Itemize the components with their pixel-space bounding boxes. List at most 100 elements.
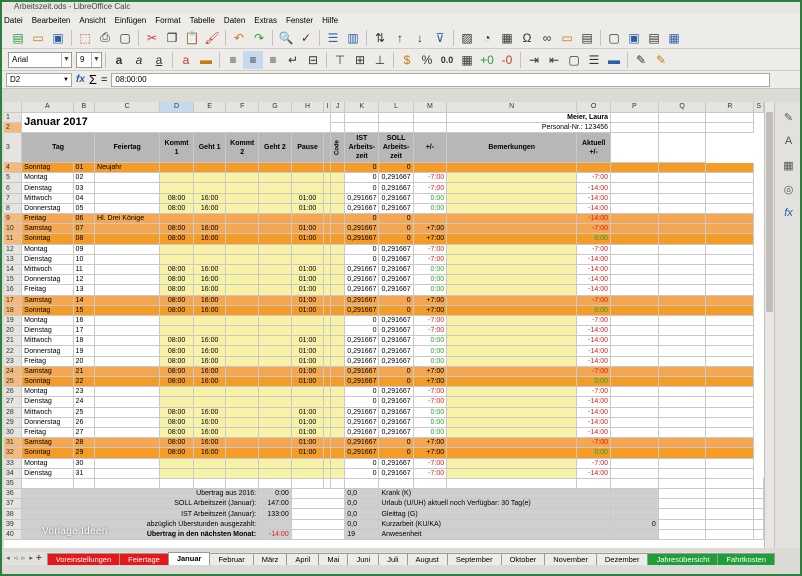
ist-cell[interactable]: 0 <box>344 172 380 184</box>
aktuell-cell[interactable]: -14:00 <box>576 468 612 479</box>
code-cell[interactable] <box>330 417 346 428</box>
time-cell-k1[interactable] <box>159 458 194 469</box>
spelling-icon[interactable]: ✓ <box>296 29 316 47</box>
cell[interactable] <box>705 407 755 418</box>
ist-cell[interactable]: 0 <box>344 315 380 327</box>
remarks-cell[interactable] <box>446 468 578 479</box>
cell[interactable] <box>344 122 380 134</box>
time-cell-k1[interactable]: 08:00 <box>159 335 194 347</box>
split-window-icon[interactable]: ▤ <box>644 29 664 47</box>
time-cell-k1[interactable] <box>159 386 194 398</box>
cell[interactable] <box>705 529 755 541</box>
sheet-tab-0[interactable]: Voreinstellungen <box>46 553 121 565</box>
cell[interactable] <box>610 213 659 225</box>
cell[interactable] <box>323 233 332 245</box>
time-cell-g2[interactable] <box>258 386 292 398</box>
cell[interactable] <box>658 498 707 510</box>
time-cell-g1[interactable] <box>193 254 227 265</box>
row-header[interactable]: 32 <box>4 447 23 459</box>
align-right-icon[interactable]: ≡ <box>263 51 283 69</box>
holiday-cell[interactable] <box>94 376 161 388</box>
day-number-cell[interactable]: 15 <box>73 305 96 316</box>
code-cell[interactable] <box>330 172 346 184</box>
column-icon[interactable]: ▥ <box>343 29 363 47</box>
summary-value[interactable]: 133:00 <box>258 508 292 520</box>
column-header-G[interactable]: G <box>258 102 292 113</box>
day-number-cell[interactable]: 10 <box>73 254 96 265</box>
menu-item-7[interactable]: Extras <box>254 16 277 25</box>
cell[interactable] <box>323 407 332 418</box>
ist-cell[interactable]: 0,291667 <box>344 193 380 204</box>
time-cell-g2[interactable] <box>258 223 292 235</box>
cell[interactable] <box>610 366 659 378</box>
day-number-cell[interactable]: 06 <box>73 213 96 225</box>
day-name-cell[interactable]: Dienstag <box>21 182 74 194</box>
row-header[interactable]: 10 <box>4 223 23 235</box>
cell[interactable] <box>658 182 707 194</box>
day-name-cell[interactable]: Montag <box>21 244 74 255</box>
cell[interactable] <box>323 356 332 367</box>
cell[interactable] <box>658 132 707 164</box>
code-cell[interactable] <box>330 315 346 327</box>
time-cell-p[interactable]: 01:00 <box>291 376 325 388</box>
soll-cell[interactable]: 0,291667 <box>378 254 414 265</box>
cell[interactable] <box>658 427 707 439</box>
summary-end[interactable] <box>610 498 659 510</box>
time-cell-k2[interactable] <box>225 396 260 408</box>
time-cell-g1[interactable]: 16:00 <box>193 193 227 204</box>
remarks-cell[interactable] <box>446 386 578 398</box>
time-cell-g2[interactable] <box>258 193 292 204</box>
day-number-cell[interactable]: 21 <box>73 366 96 378</box>
aktuell-cell[interactable]: -7:00 <box>576 244 612 255</box>
time-cell-k1[interactable] <box>159 172 194 184</box>
time-cell-g2[interactable] <box>258 162 292 174</box>
cell[interactable] <box>330 478 346 490</box>
cell[interactable] <box>291 529 346 541</box>
cell[interactable] <box>291 488 346 500</box>
code-cell[interactable] <box>330 284 346 296</box>
time-cell-g1[interactable]: 16:00 <box>193 345 227 357</box>
sheet-tab-6[interactable]: Mai <box>318 553 349 565</box>
cell[interactable] <box>705 437 755 449</box>
holiday-cell[interactable] <box>94 447 161 459</box>
time-cell-k1[interactable]: 08:00 <box>159 427 194 439</box>
cell[interactable] <box>323 478 332 490</box>
time-cell-k2[interactable] <box>225 417 260 428</box>
soll-cell[interactable]: 0 <box>378 447 414 459</box>
holiday-cell[interactable] <box>94 345 161 357</box>
remarks-cell[interactable] <box>446 366 578 378</box>
autofilter-icon[interactable]: ⊽ <box>430 29 450 47</box>
cell[interactable] <box>323 396 332 408</box>
time-cell-k2[interactable] <box>225 233 260 245</box>
cell[interactable] <box>378 478 414 490</box>
time-cell-p[interactable]: 01:00 <box>291 447 325 459</box>
image-icon[interactable]: ▨ <box>457 29 477 47</box>
row-header[interactable]: 8 <box>4 203 23 215</box>
code-cell[interactable] <box>330 366 346 378</box>
soll-cell[interactable]: 0,291667 <box>378 182 414 194</box>
cell[interactable] <box>446 478 578 490</box>
time-cell-g2[interactable] <box>258 325 292 337</box>
summary-label[interactable]: SOLL Arbeitszeit (Januar): <box>21 498 260 510</box>
cell[interactable] <box>323 386 332 398</box>
day-number-cell[interactable]: 13 <box>73 284 96 296</box>
redo-icon[interactable]: ↷ <box>249 29 269 47</box>
cell[interactable] <box>610 264 659 276</box>
day-number-cell[interactable]: 09 <box>73 244 96 255</box>
header-geht2[interactable]: Geht 2 <box>258 132 292 164</box>
formula-input[interactable]: 08:00:00 <box>111 72 770 87</box>
time-cell-k2[interactable] <box>225 264 260 276</box>
day-number-cell[interactable]: 30 <box>73 458 96 469</box>
row-header[interactable]: 27 <box>4 396 23 408</box>
remarks-cell[interactable] <box>446 295 578 306</box>
time-cell-k2[interactable] <box>225 172 260 184</box>
soll-cell[interactable]: 0 <box>378 162 414 174</box>
chart-icon[interactable]: ◔ <box>477 29 497 47</box>
cell[interactable] <box>610 295 659 306</box>
diff-cell[interactable]: +7:00 <box>413 437 448 449</box>
aktuell-cell[interactable]: -14:00 <box>576 345 612 357</box>
cell[interactable] <box>658 335 707 347</box>
merge-cells-icon[interactable]: ⊟ <box>303 51 323 69</box>
cell[interactable] <box>658 488 707 500</box>
time-cell-k1[interactable]: 08:00 <box>159 295 194 306</box>
